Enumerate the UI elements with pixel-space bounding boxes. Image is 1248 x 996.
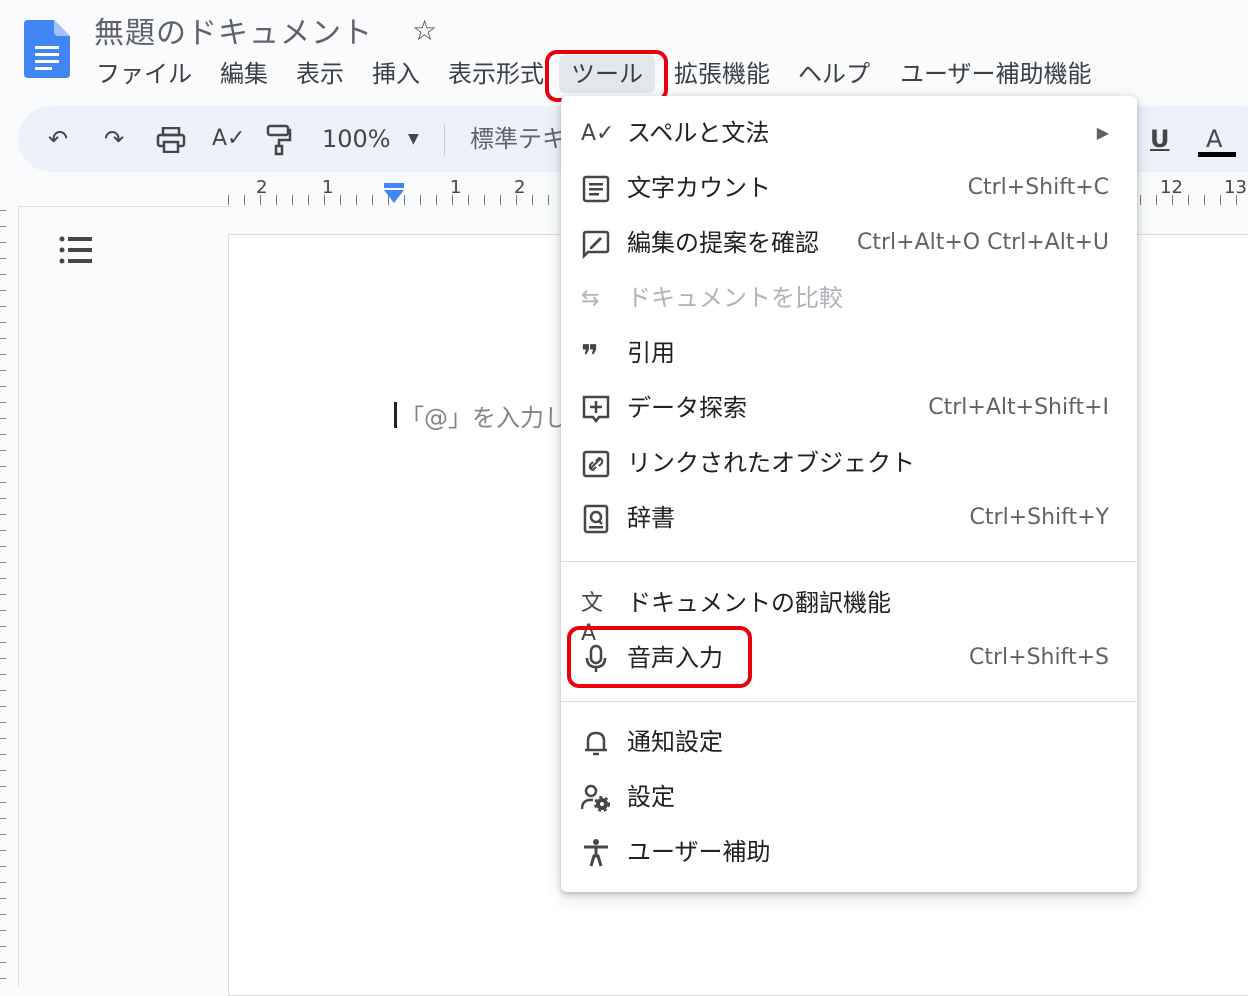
- menu-item-preferences[interactable]: 設定: [561, 770, 1137, 824]
- menu-format[interactable]: 表示形式: [448, 55, 544, 93]
- menu-item-label: 引用: [627, 339, 675, 367]
- menu-extensions[interactable]: 拡張機能: [674, 55, 770, 93]
- linked-objects-icon: [582, 450, 610, 478]
- menu-item-review-edits[interactable]: 編集の提案を確認 Ctrl+Alt+O Ctrl+Alt+U: [561, 216, 1137, 270]
- menu-item-compare-documents: ⇆ ドキュメントを比較: [561, 271, 1137, 325]
- menu-item-explore[interactable]: データ探索 Ctrl+Alt+Shift+I: [561, 381, 1137, 435]
- menu-item-label: リンクされたオブジェクト: [627, 449, 915, 477]
- tools-menu-highlight: [545, 50, 668, 102]
- settings-person-icon: [581, 784, 610, 812]
- menu-item-word-count[interactable]: 文字カウント Ctrl+Shift+C: [561, 161, 1137, 215]
- ruler-number: 13: [1224, 177, 1247, 198]
- paint-format-icon[interactable]: [266, 124, 292, 156]
- outline-panel: [18, 206, 231, 986]
- menu-item-label: 辞書: [627, 504, 675, 532]
- menu-item-shortcut: Ctrl+Shift+Y: [969, 505, 1109, 530]
- indent-marker-icon[interactable]: [383, 183, 405, 205]
- quote-icon: ❞: [581, 339, 599, 374]
- menu-item-shortcut: Ctrl+Alt+O Ctrl+Alt+U: [856, 230, 1109, 255]
- print-icon[interactable]: [156, 127, 186, 153]
- menu-item-accessibility[interactable]: ユーザー補助: [561, 825, 1137, 879]
- menu-item-label: 編集の提案を確認: [627, 229, 819, 257]
- menu-help[interactable]: ヘルプ: [798, 55, 870, 93]
- document-outline-icon[interactable]: [58, 234, 94, 266]
- menu-insert[interactable]: 挿入: [372, 55, 420, 93]
- redo-icon[interactable]: ↷: [104, 106, 124, 172]
- menu-edit[interactable]: 編集: [220, 55, 268, 93]
- translate-icon: 文A: [581, 591, 604, 646]
- text-cursor: [394, 402, 397, 428]
- voice-typing-highlight: [567, 626, 752, 688]
- menu-item-label: 設定: [627, 783, 675, 811]
- menu-item-label: データ探索: [627, 394, 747, 422]
- dictionary-icon: [583, 504, 609, 534]
- menu-item-label: ユーザー補助: [627, 838, 771, 866]
- tools-dropdown-menu: A✓ スペルと文法 ▶ 文字カウント Ctrl+Shift+C 編集の提案を確認…: [561, 96, 1137, 892]
- docs-logo-icon[interactable]: [24, 20, 70, 78]
- menu-item-spelling-grammar[interactable]: A✓ スペルと文法 ▶: [561, 106, 1137, 160]
- ruler-number: 1: [322, 177, 334, 198]
- ruler-number: 2: [514, 177, 526, 198]
- zoom-select[interactable]: 100%: [322, 106, 391, 172]
- star-icon[interactable]: ☆: [412, 14, 437, 47]
- ruler-number: 2: [256, 177, 268, 198]
- bell-icon: [585, 731, 607, 756]
- menu-item-dictionary[interactable]: 辞書 Ctrl+Shift+Y: [561, 491, 1137, 545]
- menu-item-citations[interactable]: ❞ 引用: [561, 326, 1137, 380]
- menu-accessibility[interactable]: ユーザー補助機能: [900, 55, 1092, 93]
- menu-item-shortcut: Ctrl+Alt+Shift+I: [928, 395, 1109, 420]
- ruler-number: 12: [1160, 177, 1183, 198]
- menu-item-shortcut: Ctrl+Shift+S: [969, 645, 1109, 670]
- word-count-icon: [582, 175, 610, 203]
- menu-divider: [561, 561, 1137, 562]
- menu-item-label: ドキュメントの翻訳機能: [627, 589, 891, 617]
- menu-item-shortcut: Ctrl+Shift+C: [967, 175, 1109, 200]
- document-title[interactable]: 無題のドキュメント: [94, 8, 373, 52]
- menu-item-linked-objects[interactable]: リンクされたオブジェクト: [561, 436, 1137, 490]
- menu-item-notification-settings[interactable]: 通知設定: [561, 715, 1137, 769]
- explore-icon: [582, 395, 610, 424]
- toolbar-divider: [444, 124, 445, 156]
- review-edits-icon: [582, 230, 610, 259]
- menu-divider: [561, 701, 1137, 702]
- text-color-bar: [1198, 152, 1236, 157]
- spellcheck-toolbar-icon[interactable]: A✓: [212, 106, 245, 172]
- menu-file[interactable]: ファイル: [96, 55, 192, 93]
- menu-item-label: 文字カウント: [627, 174, 771, 202]
- menu-item-label: 通知設定: [627, 728, 723, 756]
- menu-item-label: スペルと文法: [627, 119, 770, 147]
- ruler-number: 1: [450, 177, 462, 198]
- zoom-chevron-down-icon[interactable]: ▼: [408, 106, 419, 172]
- menu-view[interactable]: 表示: [296, 55, 344, 93]
- menu-item-label: ドキュメントを比較: [627, 284, 843, 312]
- text-color-button[interactable]: A: [1206, 106, 1222, 172]
- style-select[interactable]: 標準テキ: [470, 106, 566, 172]
- document-placeholder[interactable]: 「@」を入力し: [400, 398, 568, 433]
- menu-item-translate[interactable]: 文A ドキュメントの翻訳機能: [561, 576, 1137, 646]
- compare-icon: ⇆: [581, 286, 600, 311]
- accessibility-icon: [584, 839, 608, 867]
- spellcheck-icon: A✓: [581, 121, 615, 146]
- underline-button[interactable]: U: [1150, 106, 1170, 172]
- submenu-arrow-icon: ▶: [1096, 123, 1109, 142]
- vertical-ruler[interactable]: [0, 210, 16, 985]
- undo-icon[interactable]: ↶: [48, 106, 68, 172]
